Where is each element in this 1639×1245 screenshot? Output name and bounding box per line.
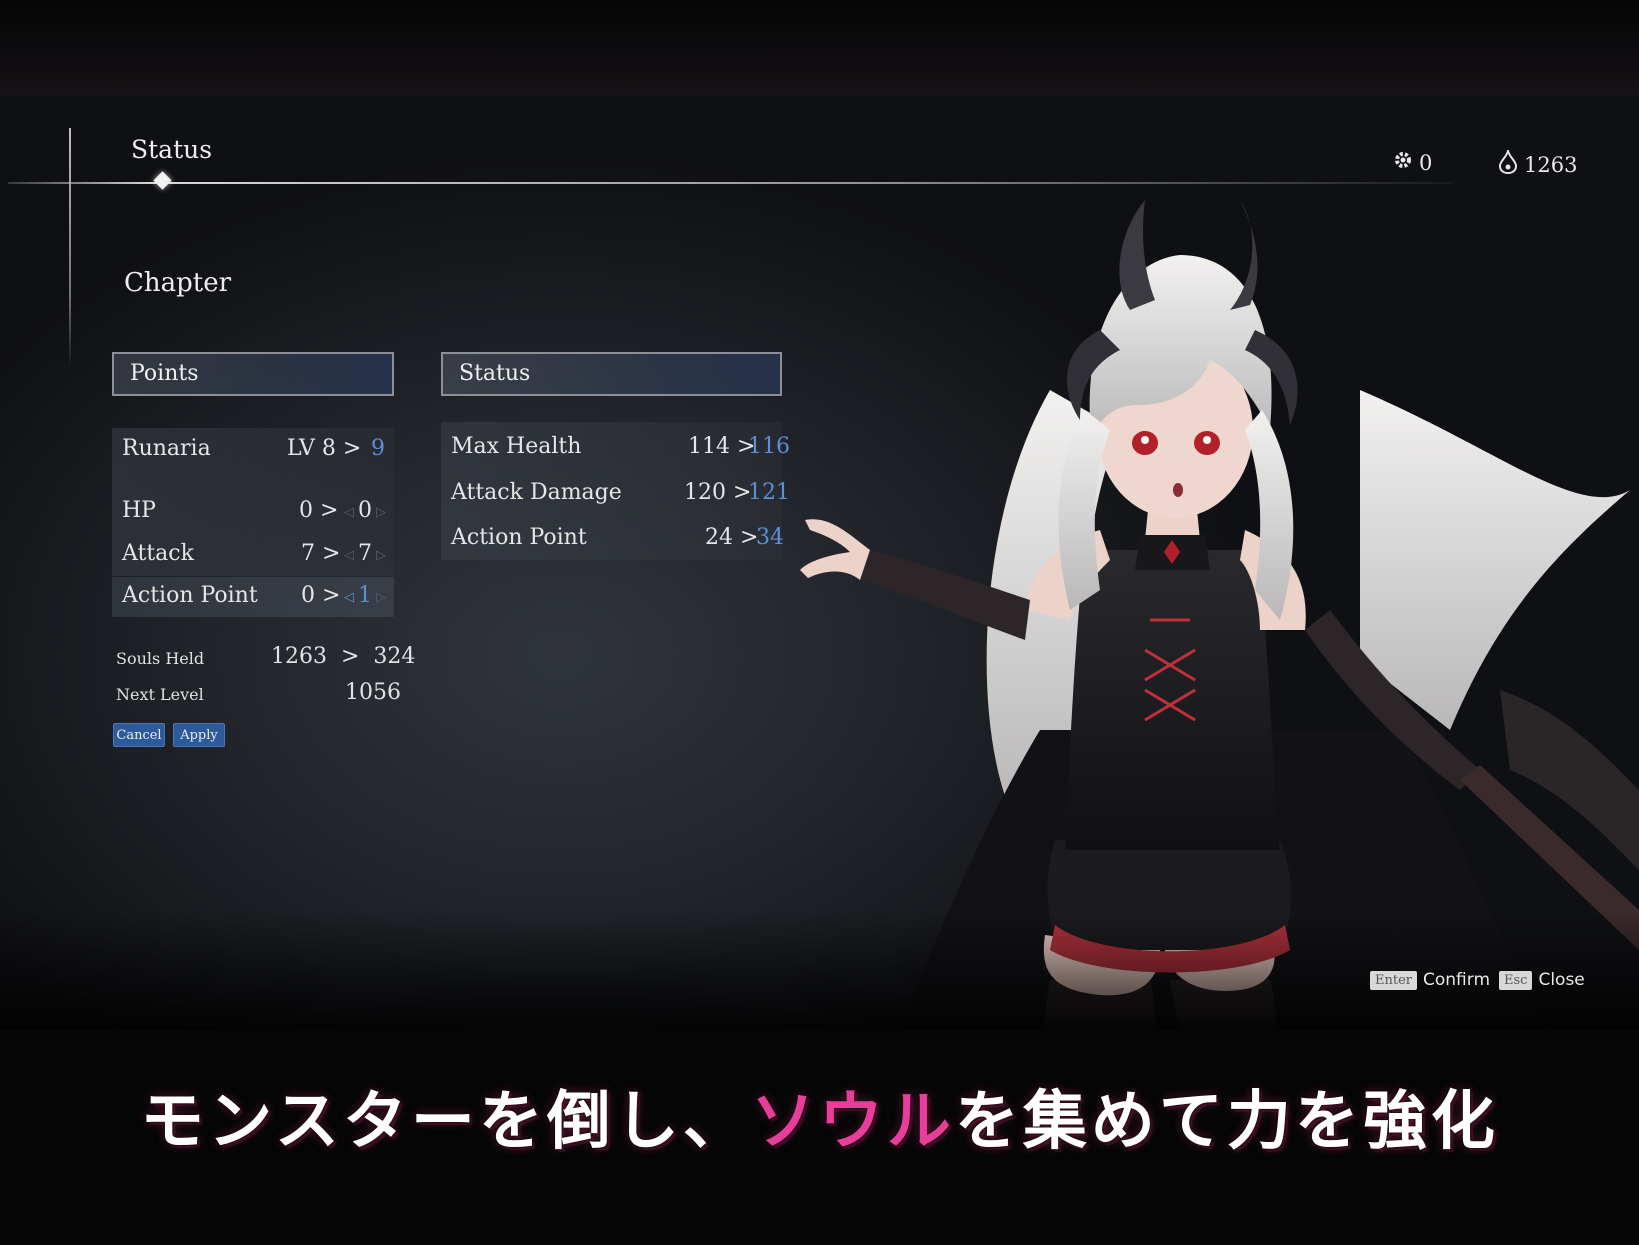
gear-count: 0 [1419,150,1433,175]
caption-highlight: ソウル [750,1085,955,1159]
caption-text-1: モンスターを倒し、 [140,1085,751,1159]
stat-row-hp[interactable]: HP 0 > ◁ 0 ▷ [112,492,394,532]
game-screenshot: Status Chapter 0 1263 Points Runaria LV … [0,0,1639,1245]
decrease-arrow-icon[interactable]: ◁ [344,548,354,563]
header-vertical-rule [69,128,71,368]
points-panel-header: Points [112,352,394,396]
status-current: 24 > [705,525,759,550]
increase-arrow-icon[interactable]: ▷ [376,590,386,605]
status-new: 116 [748,434,790,459]
character-level-row: Runaria LV 8 > 9 [112,428,394,476]
stat-label: Action Point [122,583,258,608]
stat-new: 7 [358,541,372,566]
status-current: 114 > [688,434,756,459]
status-label: Action Point [451,525,587,550]
status-label: Max Health [451,434,582,459]
stat-current: 7 > [301,541,341,566]
stat-label: Attack [122,541,194,566]
stat-current: 0 > [299,498,339,523]
status-panel-header: Status [441,352,782,396]
top-letterbox [0,0,1639,110]
character-name: Runaria [122,436,211,461]
status-new: 34 [756,525,784,550]
gear-icon [1393,150,1413,175]
status-new: 121 [748,480,790,505]
stat-current: 0 > [301,583,341,608]
stat-row-action-point-selected[interactable]: Action Point 0 > ◁ 1 ▷ [112,577,394,617]
promo-caption: モンスターを倒し、ソウルを集めて力を強化 [0,1070,1639,1162]
increase-arrow-icon[interactable]: ▷ [376,505,386,520]
confirm-hint[interactable]: Enter Confirm [1370,970,1490,990]
souls-counter: 1263 [1498,147,1578,179]
stat-new: 1 [358,583,372,608]
close-hint[interactable]: Esc Close [1499,970,1585,990]
next-level-value: 1056 [345,680,401,705]
enter-key-icon: Enter [1370,970,1417,990]
soul-flame-icon [1498,147,1518,179]
level-new: 9 [371,436,385,461]
status-row-max-health: Max Health 114 > 116 [441,428,790,468]
cancel-button[interactable]: Cancel [113,723,165,747]
decrease-arrow-icon[interactable]: ◁ [344,590,354,605]
next-level-label: Next Level [116,685,204,704]
decrease-arrow-icon[interactable]: ◁ [344,505,354,520]
souls-held-value: 1263 > 324 [271,644,416,669]
status-current: 120 > [684,480,752,505]
level-current: LV 8 > [287,436,362,461]
confirm-label: Confirm [1423,970,1491,990]
stat-row-attack[interactable]: Attack 7 > ◁ 7 ▷ [112,535,394,575]
esc-key-icon: Esc [1499,970,1533,990]
caption-text-2: を集めて力を強化 [954,1085,1499,1159]
gear-counter: 0 [1393,150,1432,175]
header-rule [8,182,1453,184]
status-row-attack-damage: Attack Damage 120 > 121 [441,474,790,514]
stat-new: 0 [358,498,372,523]
stat-label: HP [122,498,156,523]
apply-button[interactable]: Apply [173,723,225,747]
increase-arrow-icon[interactable]: ▷ [376,548,386,563]
tab-title[interactable]: Status [131,135,212,164]
souls-held-label: Souls Held [116,649,205,668]
character-illustration [800,200,1639,1030]
status-row-action-point: Action Point 24 > 34 [441,519,784,559]
souls-count: 1263 [1524,152,1578,177]
status-label: Attack Damage [451,480,622,505]
section-title: Chapter [124,268,232,298]
close-label: Close [1538,970,1585,990]
